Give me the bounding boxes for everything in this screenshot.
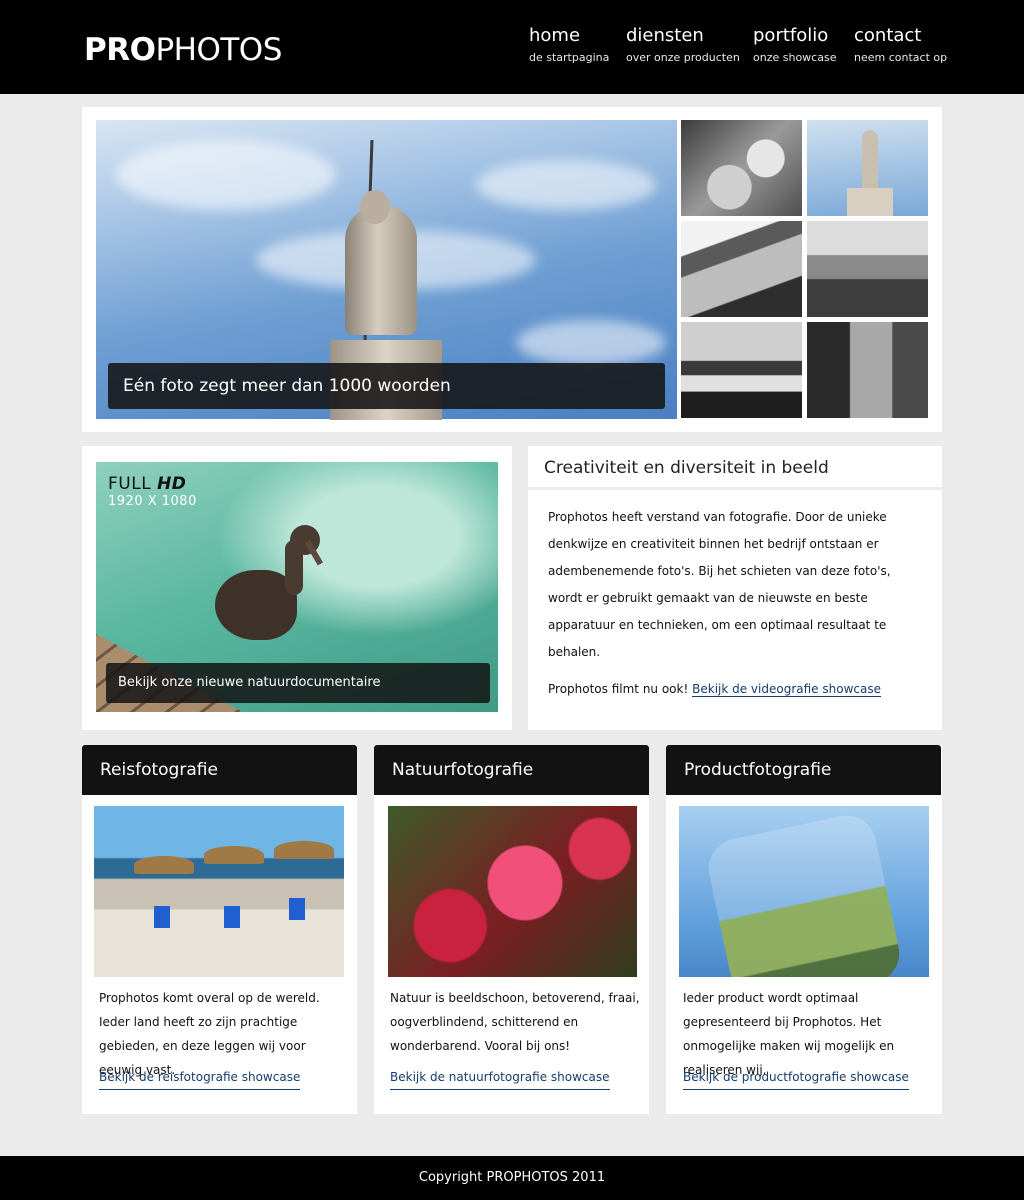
hero-caption: Eén foto zegt meer dan 1000 woorden bbox=[108, 363, 665, 409]
info-video-prefix: Prophotos filmt nu ook! bbox=[548, 682, 689, 696]
gallery-thumb-house[interactable] bbox=[681, 221, 802, 317]
service-title-nature: Natuurfotografie bbox=[374, 745, 649, 795]
gallery-thumb-cactus[interactable] bbox=[681, 120, 802, 216]
service-image-beach[interactable] bbox=[94, 806, 344, 977]
nav-title: diensten bbox=[626, 25, 704, 46]
thumb-statue-shape bbox=[862, 130, 878, 190]
umbrella-shape bbox=[274, 841, 334, 859]
nav-title: portfolio bbox=[753, 25, 829, 46]
info-video-line: Prophotos filmt nu ook! Bekijk de videog… bbox=[548, 676, 926, 703]
info-paragraph: Prophotos heeft verstand van fotografie.… bbox=[548, 510, 891, 659]
nav-subtitle: neem contact op bbox=[854, 51, 948, 64]
thumb-statue-base bbox=[847, 188, 893, 216]
nav-item-home[interactable]: home de startpagina bbox=[529, 24, 609, 68]
service-title-travel: Reisfotografie bbox=[82, 745, 357, 795]
travel-showcase-link[interactable]: Bekijk de reisfotografie showcase bbox=[99, 1065, 301, 1090]
nav-item-portfolio[interactable]: portfolio onze showcase bbox=[753, 24, 836, 68]
beach-chair-shape bbox=[289, 898, 305, 920]
copyright-text: Copyright PROPHOTOS 2011 bbox=[418, 1170, 606, 1185]
nav-item-contact[interactable]: contact neem contact op bbox=[854, 24, 947, 68]
info-body: Prophotos heeft verstand van fotografie.… bbox=[548, 504, 926, 713]
nav-subtitle: over onze producten bbox=[626, 51, 740, 64]
nav-subtitle: onze showcase bbox=[753, 51, 837, 64]
nav-title: contact bbox=[854, 25, 922, 46]
main-nav: home de startpagina diensten over onze p… bbox=[0, 24, 1024, 74]
statue-figure bbox=[345, 205, 417, 335]
nav-item-diensten[interactable]: diensten over onze producten bbox=[626, 24, 740, 68]
cloud-shape bbox=[476, 160, 656, 210]
full-hd-title: FULL HD bbox=[108, 474, 197, 494]
service-image-roses[interactable] bbox=[388, 806, 637, 977]
product-showcase-link[interactable]: Bekijk de productfotografie showcase bbox=[683, 1065, 909, 1090]
nav-title: home bbox=[529, 25, 581, 46]
beach-chair-shape bbox=[224, 906, 240, 928]
service-text-nature: Natuur is beeldschoon, betoverend, fraai… bbox=[390, 991, 640, 1053]
site-header: PROPHOTOS home de startpagina diensten o… bbox=[0, 0, 1024, 94]
glass-shape bbox=[703, 810, 905, 977]
service-image-glass[interactable] bbox=[679, 806, 929, 977]
site-footer: Copyright PROPHOTOS 2011 bbox=[0, 1156, 1024, 1200]
video-caption-link[interactable]: Bekijk onze nieuwe natuurdocumentaire bbox=[106, 663, 490, 703]
beach-chair-shape bbox=[154, 906, 170, 928]
full-text: FULL bbox=[108, 474, 152, 494]
full-hd-label: FULL HD 1920 X 1080 bbox=[108, 474, 197, 510]
info-title: Creativiteit en diversiteit in beeld bbox=[544, 458, 829, 478]
gallery-thumb-castle[interactable] bbox=[807, 221, 928, 317]
cloud-shape bbox=[516, 320, 666, 365]
hd-text: HD bbox=[157, 474, 187, 494]
cloud-shape bbox=[116, 140, 336, 210]
gallery-thumb-harbor[interactable] bbox=[681, 322, 802, 418]
nav-subtitle: de startpagina bbox=[529, 51, 610, 64]
videography-showcase-link[interactable]: Bekijk de videografie showcase bbox=[692, 682, 881, 697]
gallery-thumb-building[interactable] bbox=[807, 322, 928, 418]
umbrella-shape bbox=[134, 856, 194, 874]
umbrella-shape bbox=[204, 846, 264, 864]
resolution-text: 1920 X 1080 bbox=[108, 494, 197, 509]
service-title-product: Productfotografie bbox=[666, 745, 941, 795]
info-header: Creativiteit en diversiteit in beeld bbox=[528, 446, 942, 490]
gallery-thumb-statue[interactable] bbox=[807, 120, 928, 216]
nature-showcase-link[interactable]: Bekijk de natuurfotografie showcase bbox=[390, 1065, 610, 1090]
statue-head bbox=[360, 190, 390, 224]
